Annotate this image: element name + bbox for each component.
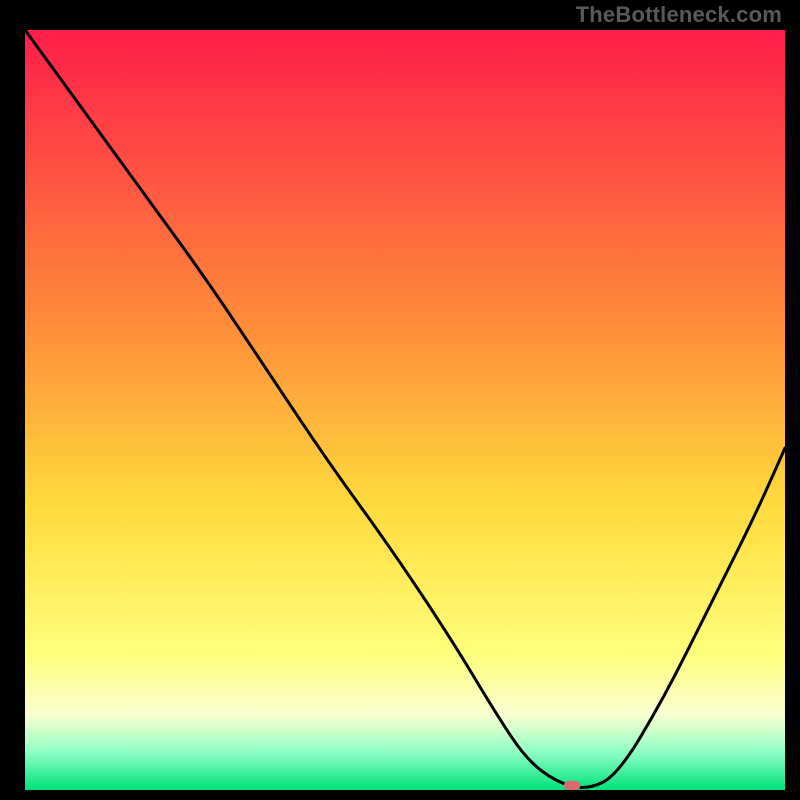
gradient-background (25, 30, 785, 790)
attribution-label: TheBottleneck.com (576, 2, 782, 28)
plot-area (25, 30, 785, 790)
chart-frame: TheBottleneck.com (0, 0, 800, 800)
optimal-point-marker (564, 781, 581, 790)
chart-svg (25, 30, 785, 790)
